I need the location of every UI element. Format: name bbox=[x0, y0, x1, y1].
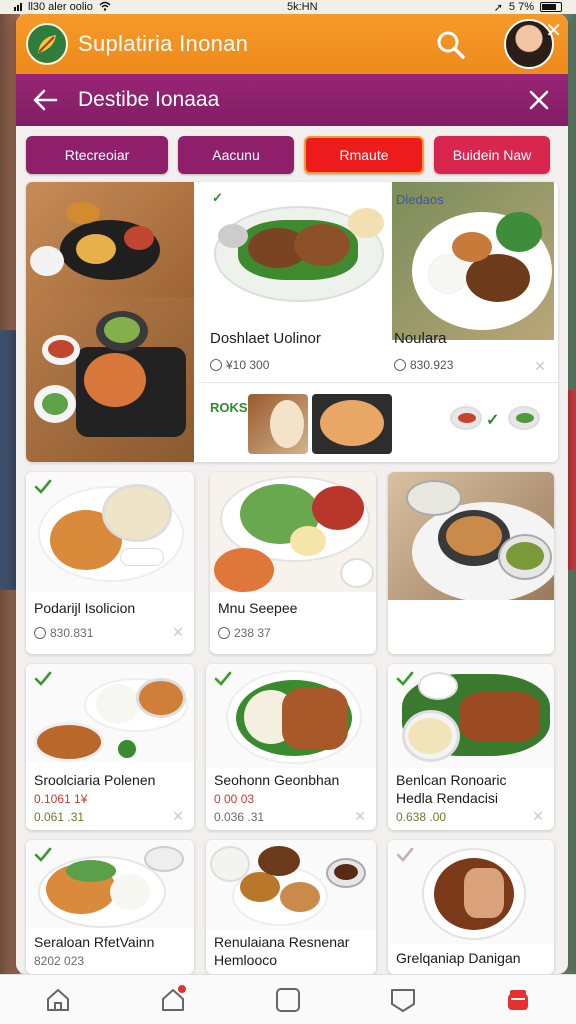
dish-name: Seohonn Geonbhan bbox=[214, 772, 340, 788]
pastry-photo[interactable] bbox=[312, 394, 392, 454]
app-header: Suplatiria Inonan ✕ bbox=[16, 14, 568, 74]
status-time: 5k:HN bbox=[286, 1, 318, 13]
dish-price-secondary: 0.061 .31 bbox=[34, 810, 85, 824]
dish-name: Seraloan RfetVainn bbox=[34, 934, 155, 950]
feature-item2-name: Noulara bbox=[394, 330, 447, 347]
dismiss-icon[interactable]: ✕ bbox=[354, 808, 366, 825]
check-icon bbox=[396, 671, 414, 686]
dish-card-4[interactable]: Sroolciaria Polenen 0.1061 1¥ 0.061 .31 … bbox=[26, 664, 194, 830]
search-icon[interactable] bbox=[434, 28, 468, 62]
dish-image bbox=[206, 840, 376, 930]
divider bbox=[198, 382, 558, 383]
dish-price-value: 830.831 bbox=[50, 626, 94, 640]
feature-item1-name: Doshlaet Uolinor bbox=[210, 330, 321, 347]
coin-icon bbox=[210, 359, 222, 371]
bread-photo[interactable] bbox=[248, 394, 308, 454]
check-icon bbox=[214, 671, 232, 686]
dish-price: 0.638 .00 bbox=[396, 810, 447, 824]
table-photo-top[interactable] bbox=[26, 182, 194, 297]
dish-card-6[interactable]: Benlcan Ronoaric Hedla Rendacisi 0.638 .… bbox=[388, 664, 554, 830]
dish-card-1[interactable]: Podarijl Isolicion 830.831 ✕ bbox=[26, 472, 194, 654]
notification-badge bbox=[176, 983, 187, 994]
sub-header: Destibe Ionaaa bbox=[16, 74, 568, 126]
bag-icon[interactable] bbox=[498, 980, 538, 1020]
featured-panel: ✓ Doshlaet Uolinor ¥10 300 Dledaos Noula… bbox=[26, 182, 558, 462]
sauce-bowl-2 bbox=[508, 406, 540, 430]
dismiss-icon[interactable]: ✕ bbox=[532, 808, 544, 825]
close-icon[interactable]: ✕ bbox=[545, 18, 562, 43]
coin-icon bbox=[34, 627, 46, 639]
notification-house-icon[interactable] bbox=[153, 980, 193, 1020]
dish-price: 0.1061 1¥ bbox=[34, 792, 88, 806]
dish-name-line2: Hedla Rendacisi bbox=[396, 790, 498, 806]
dish-name: Sroolciaria Polenen bbox=[34, 772, 156, 788]
chat-icon[interactable] bbox=[383, 980, 423, 1020]
feature-tag-green: ✓ bbox=[212, 190, 223, 205]
chip-rmaute[interactable]: Rmaute bbox=[304, 136, 424, 174]
status-bar: ll30 aler oolio 5k:HN ➚ 5 7% bbox=[0, 0, 576, 14]
wifi-icon bbox=[99, 1, 111, 14]
dish-photo-1[interactable] bbox=[198, 184, 388, 324]
app-title: Suplatiria Inonan bbox=[78, 31, 249, 56]
carrier-text: ll30 aler oolio bbox=[28, 1, 93, 13]
dish-card-3[interactable] bbox=[388, 472, 554, 654]
feature-item2-price: 830.923 bbox=[394, 358, 453, 372]
coin-icon bbox=[394, 359, 406, 371]
dish-price: 0 00 03 bbox=[214, 792, 255, 806]
check-icon: ✓ bbox=[486, 412, 500, 429]
battery-icon bbox=[540, 2, 562, 12]
feature-item2-price-value: 830.923 bbox=[410, 358, 454, 372]
feature-bottom-tag: ROKS bbox=[210, 400, 248, 415]
dish-price-secondary: 0.036 .31 bbox=[214, 810, 265, 824]
chip-buidein-naw[interactable]: Buidein Naw bbox=[434, 136, 550, 174]
dish-price: 238 37 bbox=[218, 626, 271, 640]
coin-icon bbox=[218, 627, 230, 639]
back-arrow-icon[interactable] bbox=[30, 85, 60, 115]
battery-text: 5 7% bbox=[508, 1, 534, 13]
square-icon[interactable] bbox=[268, 980, 308, 1020]
dish-price: 8202 023 bbox=[34, 954, 85, 968]
check-icon bbox=[396, 847, 414, 862]
dish-name: Grelqaniap Danigan bbox=[396, 950, 521, 966]
feature-item1-price: ¥10 300 bbox=[210, 358, 269, 372]
dish-card-8[interactable]: Renulaiana Resnenar Hemlooco bbox=[206, 840, 376, 974]
table-photo-bottom[interactable] bbox=[26, 297, 194, 462]
chip-aacunu[interactable]: Aacunu bbox=[178, 136, 294, 174]
leaf-logo-icon bbox=[26, 23, 68, 65]
dish-price: 830.831 bbox=[34, 626, 93, 640]
dish-name-line2: Hemlooco bbox=[214, 952, 278, 968]
dish-name: Renulaiana Resnenar bbox=[214, 934, 350, 950]
bottom-nav bbox=[0, 974, 576, 1024]
check-icon bbox=[34, 479, 52, 494]
page-title: Destibe Ionaaa bbox=[78, 88, 220, 111]
dish-name: Mnu Seepee bbox=[218, 600, 298, 616]
dish-card-5[interactable]: Seohonn Geonbhan 0 00 03 0.036 .31 ✕ bbox=[206, 664, 376, 830]
dismiss-icon[interactable]: ✕ bbox=[172, 624, 184, 641]
feature-tag-blue: Dledaos bbox=[396, 192, 444, 207]
dish-card-7[interactable]: Seraloan RfetVainn 8202 023 bbox=[26, 840, 194, 974]
signal-icon bbox=[14, 3, 22, 11]
dish-name: Benlcan Ronoaric bbox=[396, 772, 507, 788]
sauce-bowl-1 bbox=[450, 406, 482, 430]
feature-item1-price-value: ¥10 300 bbox=[226, 358, 270, 372]
dish-card-9[interactable]: Grelqaniap Danigan bbox=[388, 840, 554, 974]
close-icon[interactable] bbox=[526, 87, 552, 113]
dismiss-icon[interactable]: ✕ bbox=[172, 808, 184, 825]
dismiss-icon[interactable]: ✕ bbox=[534, 358, 546, 375]
home-icon[interactable] bbox=[38, 980, 78, 1020]
location-icon: ➚ bbox=[493, 1, 503, 14]
dish-price-value: 238 37 bbox=[234, 626, 271, 640]
dish-image bbox=[210, 472, 376, 592]
dish-card-2[interactable]: Mnu Seepee 238 37 bbox=[210, 472, 376, 654]
dish-name: Podarijl Isolicion bbox=[34, 600, 136, 616]
check-icon bbox=[34, 671, 52, 686]
dish-image bbox=[388, 472, 554, 600]
filter-chips: Rtecreoiar Aacunu Rmaute Buidein Naw bbox=[16, 126, 568, 182]
app-window: Suplatiria Inonan ✕ Destibe Ionaaa Rtecr… bbox=[16, 14, 568, 974]
chip-rtecreoiar[interactable]: Rtecreoiar bbox=[26, 136, 168, 174]
check-icon bbox=[34, 847, 52, 862]
